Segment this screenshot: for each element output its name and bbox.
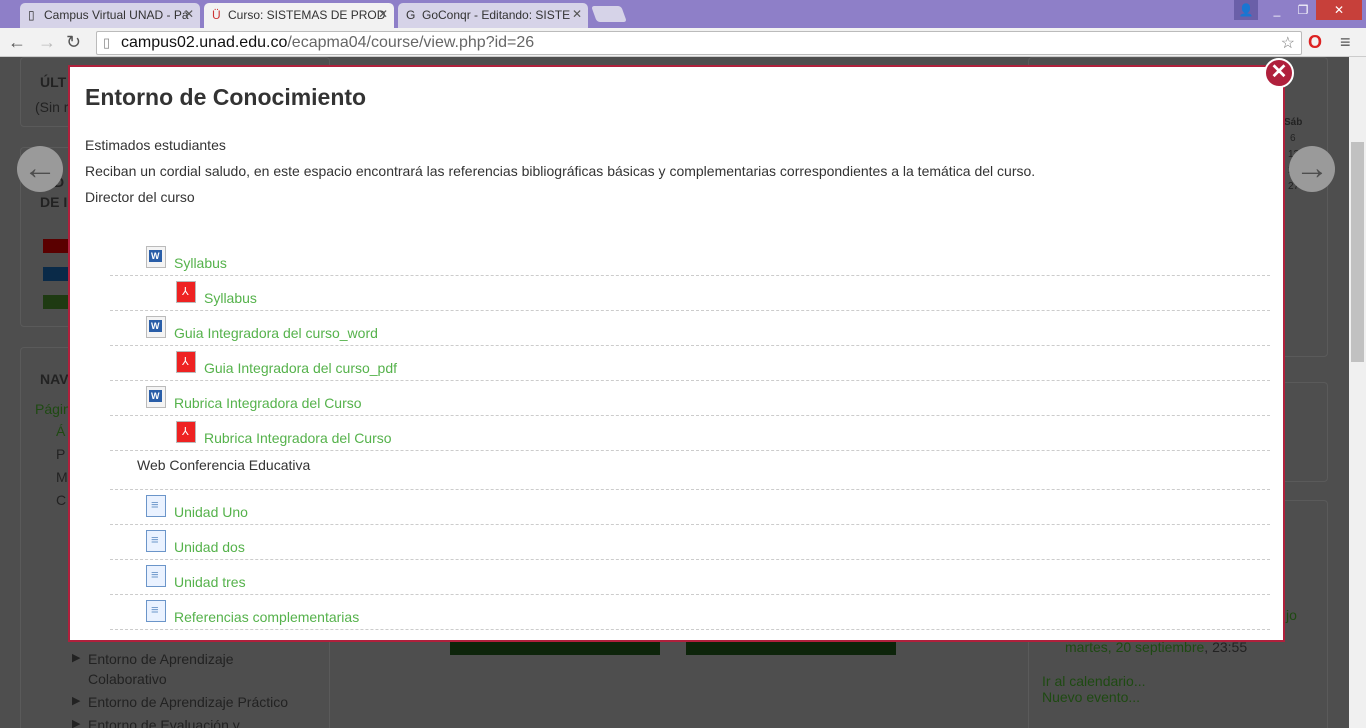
- tab-goconqr[interactable]: G GoConqr - Editando: SISTE ✕: [398, 3, 588, 28]
- previous-arrow-icon[interactable]: ←: [17, 146, 63, 192]
- resource-link[interactable]: Rubrica Integradora del Curso: [174, 395, 362, 411]
- resource-link[interactable]: Syllabus: [204, 290, 257, 306]
- list-item: Rubrica Integradora del Curso: [110, 381, 1270, 416]
- user-icon[interactable]: 👤: [1234, 0, 1258, 20]
- minimize-button[interactable]: _: [1264, 0, 1290, 20]
- resource-link[interactable]: Referencias complementarias: [174, 609, 359, 625]
- page-icon: [146, 530, 166, 552]
- list-item: Syllabus: [110, 241, 1270, 276]
- word-icon: [146, 386, 166, 408]
- menu-icon[interactable]: ≡: [1340, 32, 1351, 53]
- page-icon: [146, 565, 166, 587]
- close-tab-icon[interactable]: ✕: [572, 7, 582, 21]
- collapsed-arrow-icon: ▶: [72, 695, 81, 707]
- collapsed-arrow-icon: ▶: [72, 652, 81, 664]
- opera-icon[interactable]: O: [1308, 32, 1322, 53]
- list-item: Web Conferencia Educativa: [110, 451, 1270, 490]
- bookmark-star-icon[interactable]: ☆: [1281, 33, 1295, 53]
- modal-title: Entorno de Conocimiento: [85, 84, 367, 110]
- page-icon: [146, 600, 166, 622]
- close-tab-icon[interactable]: ✕: [378, 7, 388, 21]
- list-item: Syllabus: [110, 276, 1270, 311]
- goconqr-icon: G: [406, 8, 416, 22]
- scrollbar[interactable]: [1349, 57, 1366, 728]
- back-icon[interactable]: ←: [8, 32, 26, 53]
- lightbox-modal: Entorno de Conocimiento Estimados estudi…: [68, 65, 1285, 642]
- close-modal-icon[interactable]: ✕: [1264, 58, 1294, 88]
- list-item: Referencias complementarias: [110, 595, 1270, 630]
- new-tab-button[interactable]: [591, 6, 627, 22]
- forward-icon[interactable]: →: [38, 32, 56, 53]
- word-icon: [146, 316, 166, 338]
- unad-icon: Ü: [212, 8, 221, 22]
- reload-icon[interactable]: ↻: [66, 32, 81, 53]
- pdf-icon: [176, 281, 196, 303]
- list-item: Unidad dos: [110, 525, 1270, 560]
- maximize-button[interactable]: ❐: [1290, 0, 1316, 20]
- pdf-icon: [176, 421, 196, 443]
- address-bar[interactable]: ▯ campus02.unad.edu.co/ecapma04/course/vi…: [96, 31, 1302, 55]
- tab-campus-virtual[interactable]: ▯ Campus Virtual UNAD - Pá ✕: [20, 3, 200, 28]
- tab-bar: ▯ Campus Virtual UNAD - Pá ✕ Ü Curso: SISTE…: [0, 0, 1366, 28]
- collapsed-arrow-icon: ▶: [72, 718, 81, 728]
- list-item: Unidad Uno: [110, 490, 1270, 525]
- resource-link[interactable]: Unidad tres: [174, 574, 246, 590]
- resource-link[interactable]: Syllabus: [174, 255, 227, 271]
- list-item: Guia Integradora del curso_word: [110, 311, 1270, 346]
- resource-link[interactable]: Rubrica Integradora del Curso: [204, 430, 392, 446]
- browser-toolbar: ← → ↻ ▯ campus02.unad.edu.co/ecapma04/cou…: [0, 28, 1366, 57]
- resource-link[interactable]: Unidad Uno: [174, 504, 248, 520]
- close-window-button[interactable]: ✕: [1316, 0, 1362, 20]
- resource-link[interactable]: Guia Integradora del curso_pdf: [204, 360, 397, 376]
- next-arrow-icon[interactable]: →: [1289, 146, 1335, 192]
- list-item: Guia Integradora del curso_pdf: [110, 346, 1270, 381]
- resource-link[interactable]: Unidad dos: [174, 539, 245, 555]
- page-icon: ▯: [28, 8, 35, 22]
- list-item: Rubrica Integradora del Curso: [110, 416, 1270, 451]
- legend-red: [43, 239, 68, 253]
- tab-curso[interactable]: Ü Curso: SISTEMAS DE PROD ✕: [204, 3, 394, 28]
- close-tab-icon[interactable]: ✕: [184, 7, 194, 21]
- legend-green: [43, 295, 68, 309]
- resource-link[interactable]: Guia Integradora del curso_word: [174, 325, 378, 341]
- legend-blue: [43, 267, 68, 281]
- list-item: Unidad tres: [110, 560, 1270, 595]
- pdf-icon: [176, 351, 196, 373]
- page-icon: ▯: [103, 35, 111, 50]
- page-icon: [146, 495, 166, 517]
- resource-list: Syllabus Syllabus Guia Integradora del c…: [110, 241, 1270, 630]
- word-icon: [146, 246, 166, 268]
- scrollbar-thumb[interactable]: [1351, 142, 1364, 362]
